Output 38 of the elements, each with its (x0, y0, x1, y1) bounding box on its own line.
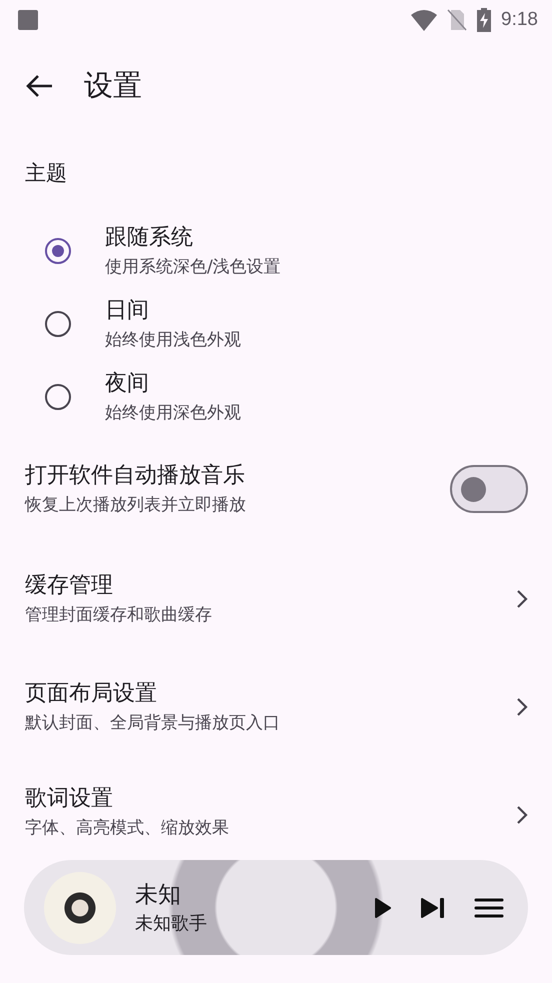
option-title: 夜间 (105, 370, 150, 398)
chevron-right-icon (516, 697, 528, 717)
toggle-switch[interactable] (450, 465, 528, 513)
mini-player[interactable]: 未知 未知歌手 (24, 860, 528, 955)
option-description: 使用系统深色/浅色设置 (105, 256, 281, 278)
settings-item[interactable]: 页面布局设置 默认封面、全局背景与播放页入口 (0, 653, 552, 761)
option-title: 日间 (105, 296, 150, 324)
page-title: 设置 (84, 67, 142, 104)
setting-description: 字体、高亮模式、缩放效果 (25, 817, 230, 839)
chevron-right-icon (516, 805, 528, 825)
song-title: 未知 (135, 880, 182, 910)
play-button[interactable] (374, 896, 392, 918)
settings-item[interactable]: 缓存管理 管理封面缓存和歌曲缓存 (0, 545, 552, 653)
setting-title: 打开软件自动播放音乐 (25, 462, 246, 490)
setting-title: 页面布局设置 (25, 680, 158, 708)
menu-button[interactable] (474, 896, 504, 918)
notification-icon (18, 10, 38, 30)
battery-charging-icon (477, 8, 492, 32)
artist-name: 未知歌手 (135, 912, 208, 936)
skip-next-button[interactable] (420, 896, 446, 918)
no-sim-icon (447, 9, 468, 31)
option-title: 跟随系统 (105, 224, 194, 252)
clock-time: 9:18 (501, 9, 538, 31)
setting-description: 恢复上次播放列表并立即播放 (25, 494, 247, 516)
radio-button[interactable] (45, 238, 71, 264)
setting-title: 缓存管理 (25, 572, 114, 600)
chevron-right-icon (516, 589, 528, 609)
radio-button[interactable] (45, 384, 71, 410)
setting-description: 管理封面缓存和歌曲缓存 (25, 604, 213, 626)
option-description: 始终使用深色外观 (105, 402, 241, 424)
radio-button[interactable] (45, 310, 71, 336)
back-button[interactable] (26, 74, 54, 98)
option-description: 始终使用浅色外观 (105, 328, 241, 350)
setting-description: 默认封面、全局背景与播放页入口 (25, 712, 281, 734)
settings-item[interactable]: 歌词设置 字体、高亮模式、缩放效果 (0, 761, 552, 853)
setting-title: 歌词设置 (25, 785, 114, 813)
wifi-icon (411, 9, 438, 31)
section-header: 主题 (24, 160, 68, 187)
